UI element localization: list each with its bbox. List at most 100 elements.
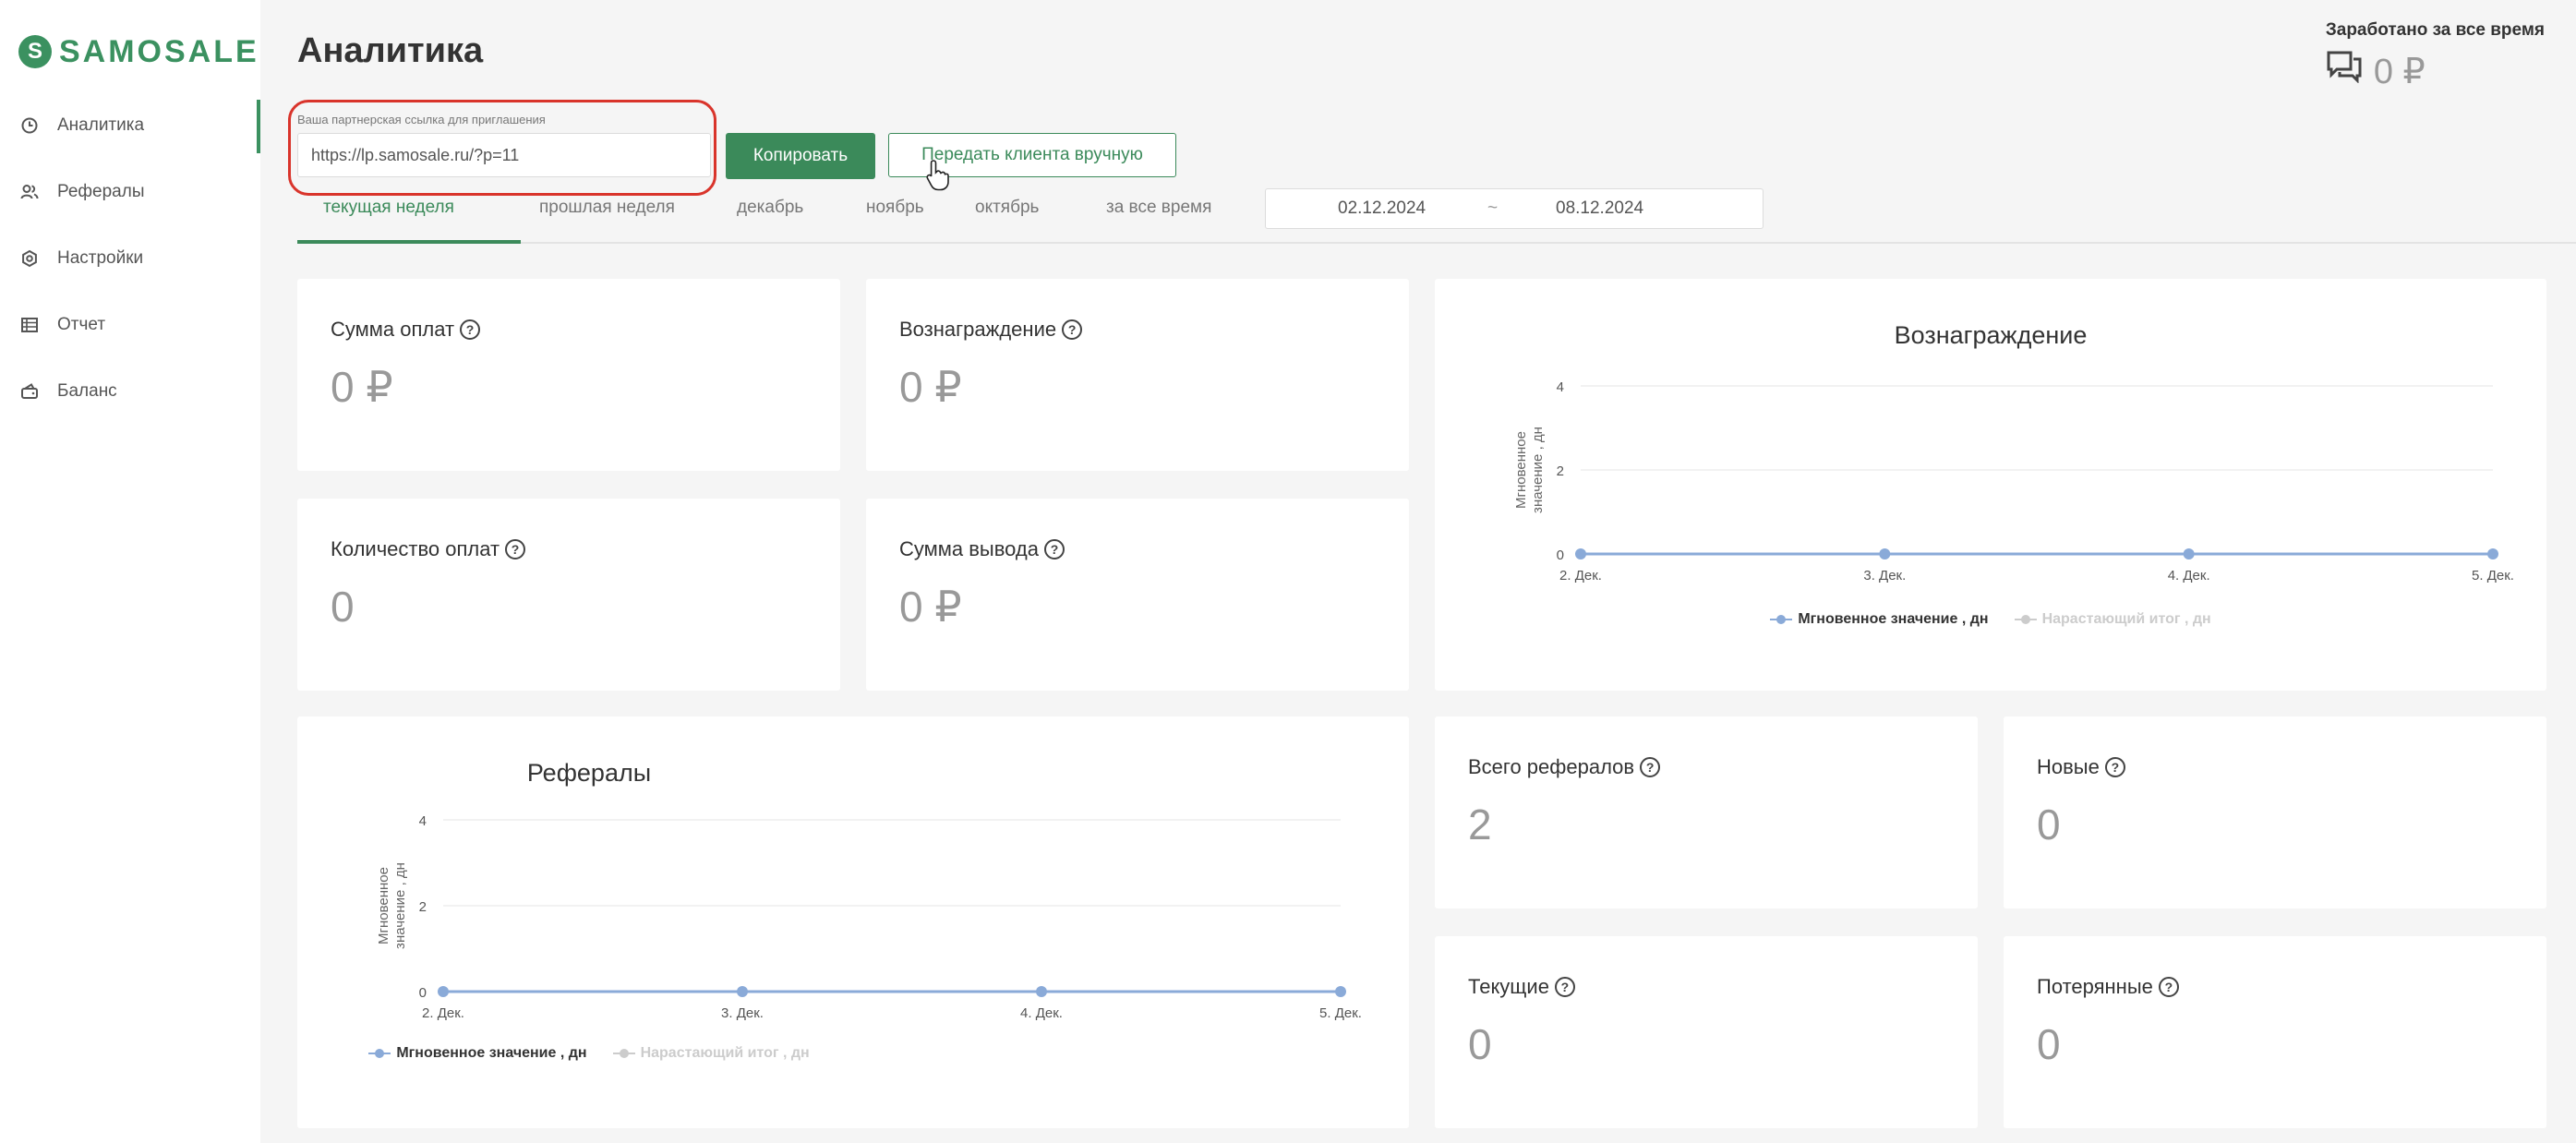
card-title-text: Сумма оплат — [331, 318, 455, 341]
chart-legend: Мгновенное значение , дн Нарастающий ито… — [33, 1045, 1145, 1062]
card-title: Всего рефералов? — [1468, 755, 1661, 779]
card-title-text: Потерянные — [2037, 975, 2153, 998]
lost-referrals-card: Потерянные? 0 — [2004, 936, 2546, 1128]
x-tick-label: 5. Дек. — [2472, 568, 2514, 584]
y-axis-label-line: Мгновенное — [376, 867, 391, 944]
reward-chart-card: Вознаграждение 0 2 4 2. Дек. 3. Дек. 4. Дек. 5… — [1435, 279, 2546, 691]
card-title: Сумма вывода? — [899, 537, 1065, 561]
reward-chart: 0 2 4 2. Дек. 3. Дек. 4. Дек. 5. Дек. Мгновенно… — [1513, 379, 2514, 584]
card-title-text: Сумма вывода — [899, 537, 1040, 560]
total-referrals-card: Всего рефералов? 2 — [1435, 716, 1978, 908]
x-tick-label: 3. Дек. — [721, 1005, 764, 1021]
card-value: 0 ₽ — [899, 583, 962, 631]
earned-value: 0 ₽ — [2373, 52, 2426, 91]
data-point — [1879, 548, 1891, 559]
referrals-chart: 0 2 4 2. Дек. 3. Дек. 4. Дек. 5. Дек. Мгновенно… — [376, 813, 1362, 1021]
tab-last-week[interactable]: прошлая неделя — [521, 194, 720, 244]
y-tick-label: 2 — [419, 899, 427, 915]
tab-all-time[interactable]: за все время — [1091, 194, 1267, 244]
card-title-text: Текущие — [1468, 975, 1549, 998]
data-point — [438, 986, 449, 997]
card-title: Вознаграждение? — [899, 318, 1083, 342]
card-value: 0 — [2037, 1020, 2061, 1068]
users-icon — [20, 183, 39, 201]
help-icon[interactable]: ? — [460, 319, 481, 340]
x-tick-label: 3. Дек. — [1863, 568, 1906, 584]
card-title: Текущие? — [1468, 975, 1575, 999]
help-icon[interactable]: ? — [1640, 757, 1661, 777]
wallet-icon — [20, 382, 39, 401]
y-axis-label: Мгновенноезначение , дн — [376, 862, 408, 949]
card-title-text: Количество оплат — [331, 537, 500, 560]
sidebar-nav: Аналитика Рефералы Настройки Отчет Балан… — [0, 92, 260, 425]
logo[interactable]: S SAMOSALE — [18, 31, 259, 72]
x-tick-label: 4. Дек. — [2168, 568, 2210, 584]
tab-december[interactable]: декабрь — [720, 194, 848, 244]
help-icon[interactable]: ? — [1554, 977, 1575, 997]
card-title: Сумма оплат? — [331, 318, 481, 342]
sidebar-item-label: Настройки — [57, 248, 144, 268]
sidebar-item-report[interactable]: Отчет — [0, 292, 260, 358]
legend-swatch — [612, 1048, 635, 1059]
legend-label: Нарастающий итог , дн — [2041, 611, 2211, 627]
chart-legend: Мгновенное значение , дн Нарастающий ито… — [1435, 611, 2546, 628]
legend-label: Мгновенное значение , дн — [1798, 611, 1989, 627]
help-icon[interactable]: ? — [2158, 977, 2179, 997]
data-point — [1575, 548, 1586, 559]
withdraw-sum-card: Сумма вывода? 0 ₽ — [866, 499, 1409, 691]
legend-item-cumulative[interactable]: Нарастающий итог , дн — [2014, 611, 2211, 628]
x-tick-label: 2. Дек. — [1559, 568, 1602, 584]
payments-sum-card: Сумма оплат? 0 ₽ — [297, 279, 840, 471]
card-title: Потерянные? — [2037, 975, 2179, 999]
logo-badge: S — [18, 35, 52, 68]
earned-value-row: 0 ₽ — [2326, 50, 2545, 92]
sidebar-item-analytics[interactable]: Аналитика — [0, 92, 260, 159]
card-title: Новые? — [2037, 755, 2125, 779]
tab-current-week[interactable]: текущая неделя — [297, 194, 521, 244]
x-tick-label: 2. Дек. — [422, 1005, 464, 1021]
x-tick-label: 4. Дек. — [1020, 1005, 1063, 1021]
legend-item-instant[interactable]: Мгновенное значение , дн — [1770, 611, 1989, 628]
date-from[interactable]: 02.12.2024 — [1338, 199, 1426, 219]
help-icon[interactable]: ? — [1062, 319, 1083, 340]
sidebar-item-label: Баланс — [57, 381, 117, 401]
sidebar: S SAMOSALE Аналитика Рефералы Настройки — [0, 0, 260, 1143]
logo-text: SAMOSALE — [59, 33, 259, 69]
sidebar-item-balance[interactable]: Баланс — [0, 358, 260, 425]
tab-november[interactable]: ноябрь — [848, 194, 966, 244]
legend-swatch — [1770, 614, 1793, 625]
help-icon[interactable]: ? — [2104, 757, 2125, 777]
chat-icon[interactable] — [2326, 50, 2374, 92]
card-value: 0 — [2037, 800, 2061, 848]
referral-link-input[interactable] — [297, 133, 711, 177]
legend-item-instant[interactable]: Мгновенное значение , дн — [368, 1045, 587, 1062]
reward-card: Вознаграждение? 0 ₽ — [866, 279, 1409, 471]
card-title: Количество оплат? — [331, 537, 526, 561]
card-title-text: Вознаграждение — [899, 318, 1057, 341]
data-point — [1036, 986, 1047, 997]
date-range-picker[interactable]: 02.12.2024 ~ 08.12.2024 — [1265, 188, 1763, 229]
sidebar-item-label: Рефералы — [57, 182, 145, 201]
y-tick-label: 0 — [1557, 547, 1564, 563]
gear-icon — [20, 249, 39, 268]
card-title-text: Новые — [2037, 755, 2100, 778]
sidebar-item-referrals[interactable]: Рефералы — [0, 159, 260, 225]
sidebar-item-settings[interactable]: Настройки — [0, 225, 260, 292]
payments-count-card: Количество оплат? 0 — [297, 499, 840, 691]
card-value: 0 — [1468, 1020, 1492, 1068]
card-value: 0 — [331, 583, 355, 631]
clock-icon — [20, 116, 39, 135]
help-icon[interactable]: ? — [1044, 539, 1065, 559]
tab-october[interactable]: октябрь — [966, 194, 1091, 244]
y-tick-label: 2 — [1557, 463, 1564, 479]
date-to[interactable]: 08.12.2024 — [1556, 199, 1643, 219]
current-referrals-card: Текущие? 0 — [1435, 936, 1978, 1128]
referrals-chart-card: Рефералы 0 2 4 2. Дек. 3. Дек. 4. Дек. 5. Дек.… — [297, 716, 1409, 1128]
help-icon[interactable]: ? — [505, 539, 526, 559]
table-icon — [20, 316, 39, 334]
legend-label: Нарастающий итог , дн — [640, 1045, 810, 1061]
copy-button[interactable]: Копировать — [726, 133, 875, 179]
legend-item-cumulative[interactable]: Нарастающий итог , дн — [612, 1045, 810, 1062]
referral-link-label: Ваша партнерская ссылка для приглашения — [297, 113, 546, 126]
y-axis-label-line: значение , дн — [392, 862, 408, 949]
